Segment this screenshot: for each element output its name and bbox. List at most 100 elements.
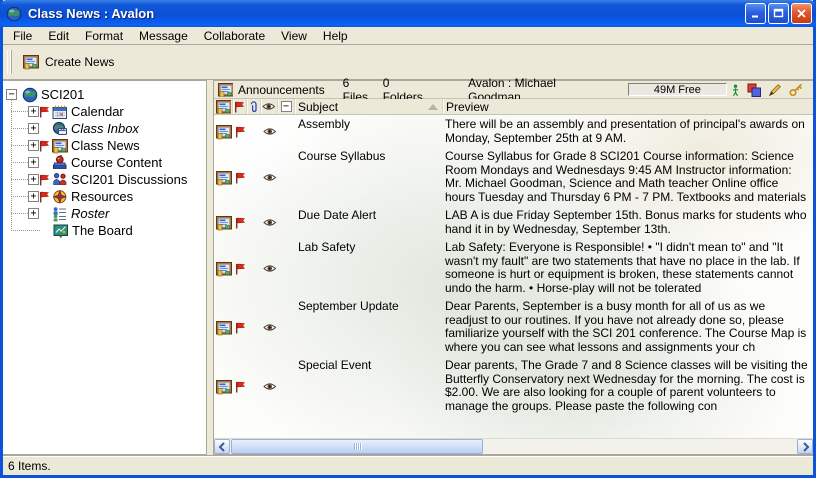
message-row-september-update[interactable]: September Update Dear Parents, September… <box>214 298 813 357</box>
menu-help[interactable]: Help <box>315 28 356 44</box>
message-row-lab-safety[interactable]: Lab Safety Lab Safety: Everyone is Respo… <box>214 239 813 298</box>
menu-bar: File Edit Format Message Collaborate Vie… <box>3 27 813 45</box>
message-row-course-syllabus[interactable]: Course Syllabus Course Syllabus for Grad… <box>214 148 813 207</box>
title-bar[interactable]: Class News : Avalon <box>0 0 816 27</box>
news-item-icon <box>23 54 39 70</box>
sidebar-item-class-inbox[interactable]: + Class Inbox <box>11 120 206 137</box>
expand-box-icon[interactable]: + <box>28 106 39 117</box>
collapse-box-icon[interactable]: − <box>6 89 17 100</box>
news-item-icon <box>214 320 233 336</box>
sidebar-root-label: SCI201 <box>39 87 86 102</box>
red-flag-icon <box>39 174 50 186</box>
eye-icon <box>261 382 278 392</box>
sidebar-item-sci201[interactable]: − SCI201 <box>3 86 206 103</box>
minimize-button[interactable] <box>745 3 766 24</box>
message-subject: Lab Safety <box>295 239 443 258</box>
expand-box-icon[interactable]: + <box>28 123 39 134</box>
expand-box-icon[interactable]: + <box>28 174 39 185</box>
red-flag-icon <box>233 172 247 184</box>
status-text: 6 Items. <box>8 459 51 473</box>
scrollbar-thumb[interactable] <box>231 439 483 454</box>
message-preview: Lab Safety: Everyone is Responsible! • "… <box>443 239 813 298</box>
create-news-button[interactable]: Create News <box>16 50 123 74</box>
expand-box-icon[interactable]: + <box>28 191 39 202</box>
red-flag-icon <box>233 217 247 229</box>
scroll-left-button[interactable] <box>214 439 230 454</box>
column-preview[interactable]: Preview <box>443 99 813 114</box>
expand-box-icon[interactable]: + <box>28 140 39 151</box>
expand-box-icon[interactable]: + <box>28 157 39 168</box>
panel-header-bar: Announcements 6 Files 0 Folders Avalon :… <box>214 81 813 99</box>
collapse-all-box-icon[interactable]: − <box>278 99 295 114</box>
red-flag-icon <box>233 263 247 275</box>
globe-icon <box>6 6 22 22</box>
news-item-icon <box>214 215 233 231</box>
calendar-icon <box>52 104 69 120</box>
key-icon[interactable] <box>789 83 803 96</box>
sidebar-item-course-content[interactable]: + Course Content <box>11 154 206 171</box>
toolbar-gripper[interactable] <box>7 50 12 74</box>
sidebar-item-roster[interactable]: + Roster <box>11 205 206 222</box>
column-subject[interactable]: Subject <box>295 99 443 114</box>
course-content-icon <box>52 155 69 171</box>
panel-title: Announcements <box>238 83 325 97</box>
menu-edit[interactable]: Edit <box>40 28 77 44</box>
sidebar-item-resources[interactable]: + Resources <box>11 188 206 205</box>
quota-meter: 49M Free <box>628 83 727 96</box>
column-attachment-icon[interactable] <box>247 99 261 114</box>
message-list: Assembly There will be an assembly and p… <box>214 115 813 438</box>
scrollbar-track[interactable] <box>483 439 797 454</box>
sidebar-item-the-board[interactable]: The Board <box>11 222 206 239</box>
expand-box-icon[interactable]: + <box>28 208 39 219</box>
maximize-button[interactable] <box>768 3 789 24</box>
globe-icon <box>22 87 39 103</box>
message-subject: Assembly <box>295 116 443 135</box>
sidebar-item-calendar[interactable]: + Calendar <box>11 103 206 120</box>
discussions-icon <box>52 172 69 188</box>
message-subject: Course Syllabus <box>295 148 443 167</box>
menu-collaborate[interactable]: Collaborate <box>196 28 273 44</box>
message-preview: Dear parents, The Grade 7 and 8 Science … <box>443 357 813 416</box>
board-icon <box>53 223 70 239</box>
message-row-assembly[interactable]: Assembly There will be an assembly and p… <box>214 116 813 148</box>
column-read-eye-icon[interactable] <box>261 99 278 114</box>
news-item-icon <box>218 82 233 97</box>
menu-file[interactable]: File <box>5 28 40 44</box>
close-button[interactable] <box>791 3 812 24</box>
menu-view[interactable]: View <box>273 28 315 44</box>
message-row-special-event[interactable]: Special Event Dear parents, The Grade 7 … <box>214 357 813 416</box>
create-news-label: Create News <box>45 55 114 69</box>
message-subject: September Update <box>295 298 443 317</box>
person-icon[interactable] <box>732 84 740 96</box>
message-preview: There will be an assembly and presentati… <box>443 116 813 148</box>
sidebar-item-class-news[interactable]: + Class News <box>11 137 206 154</box>
list-column-header: − Subject Preview <box>214 99 813 115</box>
horizontal-scrollbar[interactable] <box>214 438 813 454</box>
message-preview: Dear Parents, September is a busy month … <box>443 298 813 357</box>
message-subject: Due Date Alert <box>295 207 443 226</box>
red-flag-icon <box>39 140 50 152</box>
sidebar-item-sci201-discussions[interactable]: + SCI201 Discussions <box>11 171 206 188</box>
red-flag-icon <box>233 322 247 334</box>
news-item-icon <box>214 170 233 186</box>
pencil-icon[interactable] <box>768 83 782 97</box>
message-row-due-date-alert[interactable]: Due Date Alert LAB A is due Friday Septe… <box>214 207 813 239</box>
app-window: Class News : Avalon File Edit Format Mes… <box>0 0 816 478</box>
news-item-icon <box>214 261 233 277</box>
eye-icon <box>261 218 278 228</box>
resources-icon <box>52 189 69 205</box>
overlapping-squares-icon[interactable] <box>747 83 761 97</box>
eye-icon <box>261 173 278 183</box>
eye-icon <box>261 323 278 333</box>
menu-message[interactable]: Message <box>131 28 196 44</box>
red-flag-icon <box>39 106 50 118</box>
sidebar-tree-pane: − SCI201 + Calendar + Class <box>3 80 207 455</box>
status-bar: 6 Items. <box>3 455 813 475</box>
menu-format[interactable]: Format <box>77 28 131 44</box>
scroll-right-button[interactable] <box>797 439 813 454</box>
eye-icon <box>261 127 278 137</box>
red-flag-icon <box>233 126 247 138</box>
column-flag-icon[interactable] <box>233 99 247 114</box>
column-item-icon[interactable] <box>214 99 233 114</box>
inbox-icon <box>52 121 69 137</box>
